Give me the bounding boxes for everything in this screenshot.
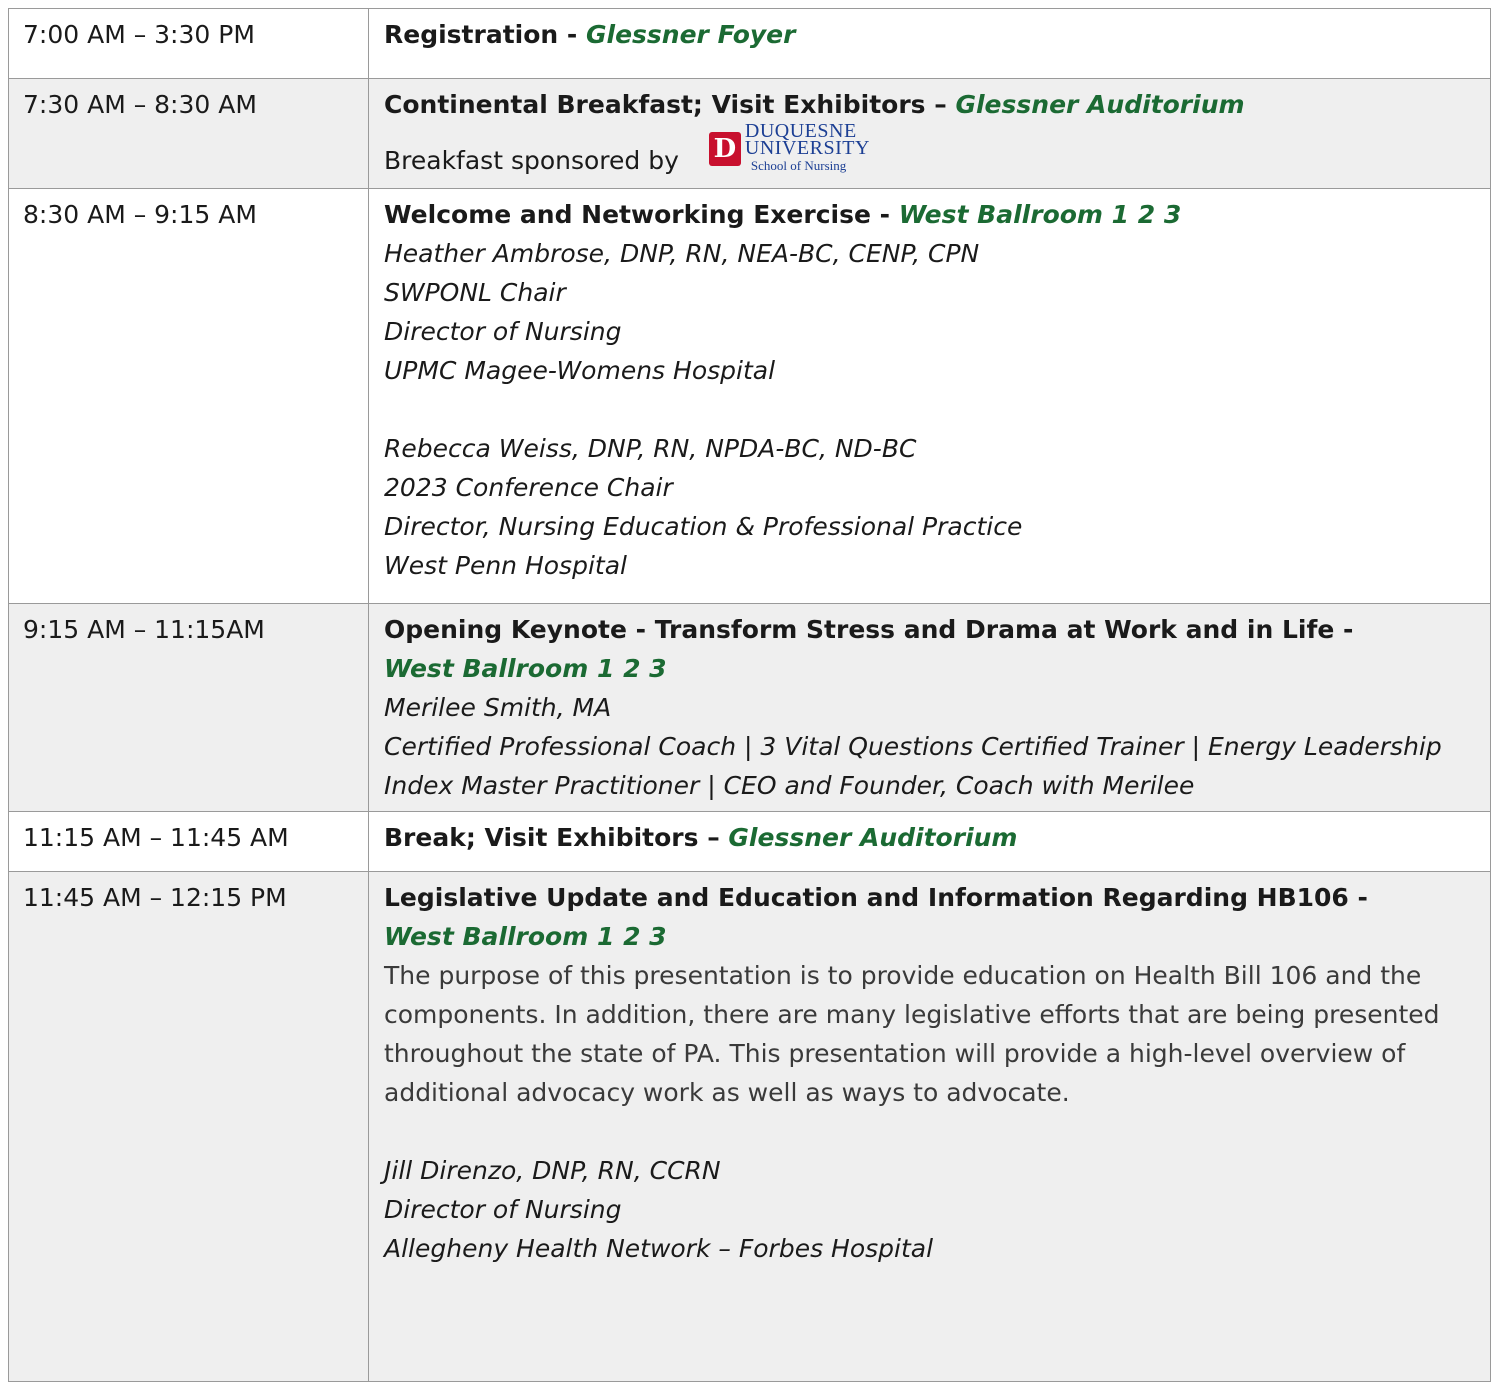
time-cell: 7:00 AM – 3:30 PM (8, 8, 369, 79)
schedule-row-keynote: 9:15 AM – 11:15AM Opening Keynote - Tran… (8, 603, 1491, 812)
session-location: Glessner Foyer (585, 20, 796, 49)
speaker-line: Heather Ambrose, DNP, RN, NEA-BC, CENP, … (384, 239, 980, 268)
session-title: Opening Keynote - Transform Stress and D… (384, 615, 1354, 644)
session-location: Glessner Auditorium (728, 823, 1018, 852)
speaker-line: Jill Direnzo, DNP, RN, CCRN (384, 1156, 721, 1185)
session-title: Registration - (384, 20, 586, 49)
detail-cell: Opening Keynote - Transform Stress and D… (368, 603, 1491, 812)
detail-cell: Continental Breakfast; Visit Exhibitors … (368, 78, 1491, 189)
speaker-line: Director of Nursing (384, 1195, 622, 1224)
schedule-row-break: 11:15 AM – 11:45 AM Break; Visit Exhibit… (8, 811, 1491, 872)
time-cell: 7:30 AM – 8:30 AM (8, 78, 369, 189)
time-cell: 11:45 AM – 12:15 PM (8, 871, 369, 1382)
schedule-row-registration: 7:00 AM – 3:30 PM Registration - Glessne… (8, 8, 1491, 79)
detail-cell: Welcome and Networking Exercise - West B… (368, 188, 1491, 604)
duquesne-logo: D DUQUESNE UNIVERSITY School of Nursing (708, 121, 870, 174)
schedule-row-welcome: 8:30 AM – 9:15 AM Welcome and Networking… (8, 188, 1491, 604)
time-cell: 9:15 AM – 11:15AM (8, 603, 369, 812)
session-location: Glessner Auditorium (955, 90, 1245, 119)
logo-line-3: School of Nursing (750, 158, 847, 173)
speaker-line: UPMC Magee-Womens Hospital (384, 356, 776, 385)
time-text: 7:30 AM – 8:30 AM (23, 90, 257, 119)
logo-wordmark: DUQUESNE UNIVERSITY School of Nursing (744, 121, 870, 174)
schedule-table: 7:00 AM – 3:30 PM Registration - Glessne… (8, 8, 1491, 1382)
speaker-line: Director of Nursing (384, 317, 622, 346)
logo-line-2: UNIVERSITY (744, 137, 870, 159)
session-location: West Ballroom 1 2 3 (384, 922, 667, 951)
session-location: West Ballroom 1 2 3 (384, 654, 667, 683)
session-title: Continental Breakfast; Visit Exhibitors … (384, 90, 956, 119)
session-title: Break; Visit Exhibitors – (384, 823, 729, 852)
time-text: 11:45 AM – 12:15 PM (23, 883, 287, 912)
session-description: The purpose of this presentation is to p… (384, 961, 1440, 1107)
sponsor-text: Breakfast sponsored by (384, 146, 679, 175)
session-title: Legislative Update and Education and Inf… (384, 883, 1368, 912)
speaker-line: Allegheny Health Network – Forbes Hospit… (384, 1234, 934, 1263)
schedule-row-legislative: 11:45 AM – 12:15 PM Legislative Update a… (8, 871, 1491, 1382)
detail-cell: Break; Visit Exhibitors – Glessner Audit… (368, 811, 1491, 872)
session-location: West Ballroom 1 2 3 (898, 200, 1182, 229)
speaker-line: Director, Nursing Education & Profession… (384, 512, 1023, 541)
speaker-line: SWPONL Chair (384, 278, 566, 307)
schedule-row-breakfast: 7:30 AM – 8:30 AM Continental Breakfast;… (8, 78, 1491, 189)
time-text: 11:15 AM – 11:45 AM (23, 823, 289, 852)
time-text: 9:15 AM – 11:15AM (23, 615, 265, 644)
duquesne-shield-icon: D (708, 131, 741, 166)
time-cell: 11:15 AM – 11:45 AM (8, 811, 369, 872)
speaker-line: Merilee Smith, MA (384, 693, 612, 722)
time-text: 7:00 AM – 3:30 PM (23, 20, 255, 49)
speaker-line: Rebecca Weiss, DNP, RN, NPDA-BC, ND-BC (384, 434, 917, 463)
detail-cell: Registration - Glessner Foyer (368, 8, 1491, 79)
session-title: Welcome and Networking Exercise - (384, 200, 899, 229)
time-text: 8:30 AM – 9:15 AM (23, 200, 257, 229)
detail-cell: Legislative Update and Education and Inf… (368, 871, 1491, 1382)
speaker-line: Certified Professional Coach | 3 Vital Q… (384, 732, 1442, 800)
time-cell: 8:30 AM – 9:15 AM (8, 188, 369, 604)
sponsor-line: Breakfast sponsored by D DUQUESNE UNIVER… (384, 121, 1482, 180)
speaker-line: West Penn Hospital (384, 551, 627, 580)
speaker-line: 2023 Conference Chair (384, 473, 673, 502)
